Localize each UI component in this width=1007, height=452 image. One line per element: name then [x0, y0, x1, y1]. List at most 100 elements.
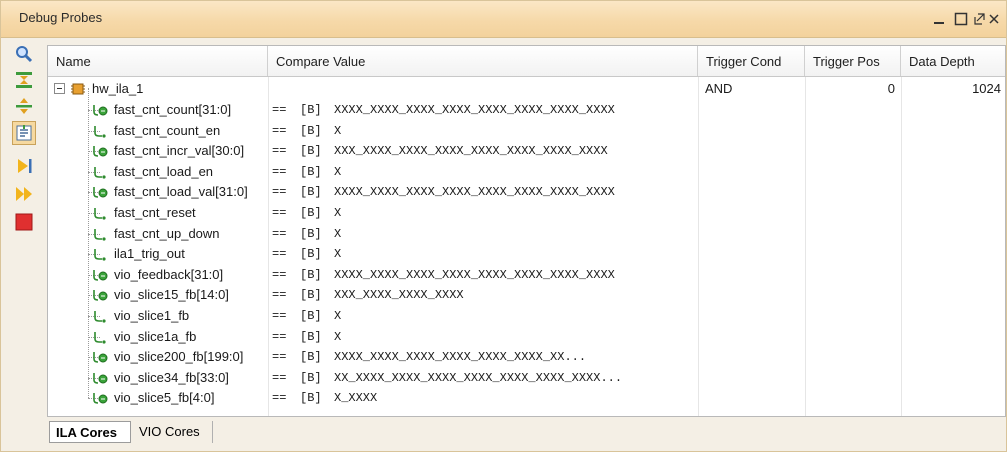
compare-radix[interactable]: [B]	[300, 100, 322, 120]
compare-value[interactable]: X	[334, 306, 341, 326]
bit-probe-icon	[92, 165, 110, 184]
probe-row[interactable]: fast_cnt_load_val[31:0] == [B] XXXX_XXXX_XX…	[48, 182, 1005, 202]
compare-operator[interactable]: ==	[272, 244, 286, 264]
probe-row[interactable]: fast_cnt_count_en == [B] X	[48, 121, 1005, 141]
compare-value[interactable]: XXX_XXXX_XXXX_XXXX_XXXX_XXXX_XXXX_XXXX	[334, 141, 608, 161]
compare-radix[interactable]: [B]	[300, 327, 322, 347]
tab-vio-cores[interactable]: VIO Cores	[133, 421, 213, 443]
compare-value[interactable]: X_XXXX	[334, 388, 377, 408]
bit-probe-icon	[92, 309, 110, 328]
compare-operator[interactable]: ==	[272, 224, 286, 244]
probe-row[interactable]: fast_cnt_incr_val[30:0] == [B] XXX_XXXX_XXX…	[48, 141, 1005, 161]
bus-probe-icon	[92, 288, 110, 307]
probe-name: vio_slice1a_fb	[114, 328, 197, 344]
column-header-trigger-pos[interactable]: Trigger Pos	[805, 46, 901, 76]
probe-settings-icon[interactable]	[12, 121, 36, 145]
collapse-toggle-icon[interactable]	[54, 83, 65, 94]
compare-operator[interactable]: ==	[272, 182, 286, 202]
compare-operator[interactable]: ==	[272, 141, 286, 161]
compare-operator[interactable]: ==	[272, 306, 286, 326]
probe-row[interactable]: fast_cnt_up_down == [B] X	[48, 224, 1005, 244]
compare-value[interactable]: XX_XXXX_XXXX_XXXX_XXXX_XXXX_XXXX_XXXX...	[334, 368, 622, 388]
run-trigger-immediate-icon[interactable]	[13, 183, 35, 205]
compare-value[interactable]: X	[334, 203, 341, 223]
probe-name: ila1_trig_out	[114, 246, 185, 262]
compare-operator[interactable]: ==	[272, 347, 286, 367]
compare-operator[interactable]: ==	[272, 368, 286, 388]
probe-row[interactable]: vio_slice1a_fb == [B] X	[48, 327, 1005, 347]
probe-row[interactable]: vio_slice200_fb[199:0] == [B] XXXX_XXXX_XXX…	[48, 347, 1005, 367]
column-header-data-depth[interactable]: Data Depth	[901, 46, 1005, 76]
core-row[interactable]: hw_ila_1 AND 0 1024	[48, 79, 1005, 99]
compare-radix[interactable]: [B]	[300, 347, 322, 367]
probe-row[interactable]: vio_feedback[31:0] == [B] XXXX_XXXX_XXXX_XX…	[48, 265, 1005, 285]
core-trigger-pos[interactable]: 0	[805, 79, 895, 99]
compare-radix[interactable]: [B]	[300, 203, 322, 223]
bus-probe-icon	[92, 391, 110, 410]
run-trigger-icon[interactable]	[13, 155, 35, 177]
compare-radix[interactable]: [B]	[300, 368, 322, 388]
compare-operator[interactable]: ==	[272, 121, 286, 141]
compare-value[interactable]: X	[334, 224, 341, 244]
core-name: hw_ila_1	[92, 81, 144, 96]
probe-row[interactable]: fast_cnt_count[31:0] == [B] XXXX_XXXX_XXXX_…	[48, 100, 1005, 120]
core-data-depth[interactable]: 1024	[901, 79, 1001, 99]
compare-value[interactable]: X	[334, 162, 341, 182]
title-bar: Debug Probes	[1, 1, 1006, 38]
column-header-compare-value[interactable]: Compare Value	[268, 46, 698, 76]
compare-operator[interactable]: ==	[272, 327, 286, 347]
probe-row[interactable]: vio_slice1_fb == [B] X	[48, 306, 1005, 326]
probe-name: fast_cnt_load_en	[114, 163, 214, 179]
compare-operator[interactable]: ==	[272, 388, 286, 408]
compare-value[interactable]: XXXX_XXXX_XXXX_XXXX_XXXX_XXXX_XX...	[334, 347, 586, 367]
search-icon[interactable]	[13, 43, 35, 65]
compare-radix[interactable]: [B]	[300, 182, 322, 202]
bit-probe-icon	[92, 227, 110, 246]
compare-radix[interactable]: [B]	[300, 224, 322, 244]
probe-row[interactable]: vio_slice34_fb[33:0] == [B] XX_XXXX_XXXX_XX…	[48, 368, 1005, 388]
compare-radix[interactable]: [B]	[300, 162, 322, 182]
compare-radix[interactable]: [B]	[300, 141, 322, 161]
bus-probe-icon	[92, 103, 110, 122]
compare-value[interactable]: XXXX_XXXX_XXXX_XXXX_XXXX_XXXX_XXXX_XXXX	[334, 182, 615, 202]
probe-row[interactable]: fast_cnt_reset == [B] X	[48, 203, 1005, 223]
probe-row[interactable]: vio_slice5_fb[4:0] == [B] X_XXXX	[48, 388, 1005, 408]
compare-radix[interactable]: [B]	[300, 244, 322, 264]
compare-value[interactable]: X	[334, 121, 341, 141]
compare-radix[interactable]: [B]	[300, 306, 322, 326]
compare-operator[interactable]: ==	[272, 100, 286, 120]
compare-value[interactable]: XXXX_XXXX_XXXX_XXXX_XXXX_XXXX_XXXX_XXXX	[334, 265, 615, 285]
tab-ila-cores[interactable]: ILA Cores	[49, 421, 131, 443]
probe-row[interactable]: vio_slice15_fb[14:0] == [B] XXX_XXXX_XXXX_X…	[48, 285, 1005, 305]
probe-name: fast_cnt_incr_val[30:0]	[114, 143, 245, 159]
compare-radix[interactable]: [B]	[300, 265, 322, 285]
compare-value[interactable]: XXXX_XXXX_XXXX_XXXX_XXXX_XXXX_XXXX_XXXX	[334, 100, 615, 120]
compare-radix[interactable]: [B]	[300, 388, 322, 408]
core-trigger-cond[interactable]: AND	[705, 79, 732, 99]
close-icon[interactable]	[986, 11, 1002, 27]
compare-operator[interactable]: ==	[272, 203, 286, 223]
window-title: Debug Probes	[19, 10, 103, 25]
probe-name: vio_slice5_fb[4:0]	[114, 390, 215, 406]
compare-value[interactable]: X	[334, 327, 341, 347]
compare-value[interactable]: X	[334, 244, 341, 264]
collapse-all-icon[interactable]	[13, 69, 35, 91]
compare-operator[interactable]: ==	[272, 162, 286, 182]
restore-icon[interactable]	[971, 11, 987, 27]
compare-value[interactable]: XXX_XXXX_XXXX_XXXX	[334, 285, 464, 305]
probe-row[interactable]: fast_cnt_load_en == [B] X	[48, 162, 1005, 182]
bit-probe-icon	[92, 330, 110, 349]
compare-radix[interactable]: [B]	[300, 121, 322, 141]
stop-icon[interactable]	[13, 211, 35, 233]
probe-name: vio_feedback[31:0]	[114, 266, 224, 282]
compare-radix[interactable]: [B]	[300, 285, 322, 305]
probe-row[interactable]: ila1_trig_out == [B] X	[48, 244, 1005, 264]
compare-operator[interactable]: ==	[272, 285, 286, 305]
expand-all-icon[interactable]	[13, 95, 35, 117]
table-header: Name Compare Value Trigger Cond Trigger …	[48, 46, 1005, 77]
minimize-icon[interactable]	[931, 11, 947, 27]
maximize-icon[interactable]	[953, 11, 969, 27]
column-header-trigger-cond[interactable]: Trigger Cond	[698, 46, 805, 76]
column-header-name[interactable]: Name	[48, 46, 268, 76]
compare-operator[interactable]: ==	[272, 265, 286, 285]
